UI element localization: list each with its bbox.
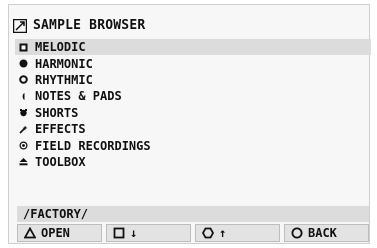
browser-header: SAMPLE BROWSER bbox=[12, 15, 146, 35]
current-path: /FACTORY/ bbox=[17, 206, 369, 222]
effects-icon bbox=[19, 125, 28, 134]
list-item-harmonic[interactable]: HARMONIC bbox=[19, 55, 371, 71]
shorts-icon bbox=[19, 108, 28, 117]
square-outline-icon bbox=[113, 227, 125, 239]
down-button[interactable]: ↓ bbox=[106, 224, 191, 242]
button-bar: OPEN ↓ ↑ BACK bbox=[17, 224, 369, 242]
eject-icon bbox=[19, 157, 28, 166]
up-button-label: ↑ bbox=[219, 226, 227, 240]
field-icon bbox=[19, 141, 28, 150]
list-item-label: FIELD RECORDINGS bbox=[35, 138, 151, 153]
list-item-label: HARMONIC bbox=[35, 56, 93, 71]
ring-icon bbox=[19, 75, 28, 85]
list-item-field-recordings[interactable]: FIELD RECORDINGS bbox=[19, 137, 371, 153]
up-button[interactable]: ↑ bbox=[195, 224, 280, 242]
sample-browser-screen: SAMPLE BROWSER MELODIC HARMONIC RHYTHMIC… bbox=[8, 4, 371, 244]
hexagon-icon bbox=[202, 227, 214, 239]
circle-outline-icon bbox=[291, 227, 303, 239]
notes-icon bbox=[19, 92, 28, 101]
list-item-melodic[interactable]: MELODIC bbox=[15, 39, 371, 56]
list-item-label: RHYTHMIC bbox=[35, 72, 93, 87]
list-item-effects[interactable]: EFFECTS bbox=[19, 121, 371, 137]
list-item-toolbox[interactable]: TOOLBOX bbox=[19, 154, 371, 170]
list-item-label: NOTES & PADS bbox=[35, 89, 122, 104]
back-button-label: BACK bbox=[308, 226, 337, 240]
triangle-icon bbox=[24, 227, 36, 239]
open-button[interactable]: OPEN bbox=[17, 224, 102, 242]
page-title: SAMPLE BROWSER bbox=[33, 17, 146, 33]
list-item-rhythmic[interactable]: RHYTHMIC bbox=[19, 72, 371, 88]
list-item-label: MELODIC bbox=[35, 40, 86, 55]
back-button[interactable]: BACK bbox=[284, 224, 369, 242]
open-button-label: OPEN bbox=[41, 226, 70, 240]
list-item-shorts[interactable]: SHORTS bbox=[19, 105, 371, 121]
category-list: MELODIC HARMONIC RHYTHMIC NOTES & PADS S… bbox=[15, 39, 371, 170]
filled-circle-icon bbox=[19, 59, 28, 68]
browser-window-icon bbox=[12, 18, 28, 34]
list-item-notes-pads[interactable]: NOTES & PADS bbox=[19, 88, 371, 104]
list-item-label: EFFECTS bbox=[35, 122, 86, 137]
list-item-label: SHORTS bbox=[35, 105, 79, 120]
list-item-label: TOOLBOX bbox=[35, 154, 86, 169]
down-button-label: ↓ bbox=[130, 226, 138, 240]
square-icon bbox=[19, 43, 28, 52]
